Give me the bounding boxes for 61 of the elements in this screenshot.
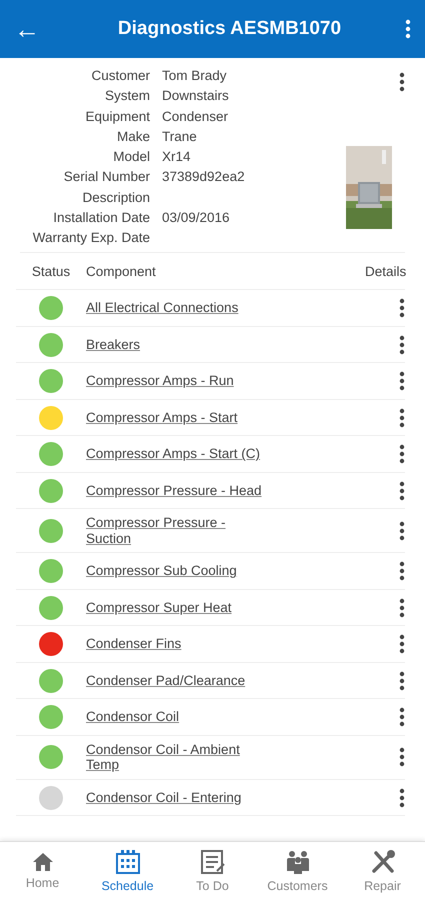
field-label: Warranty Exp. Date [32, 230, 150, 246]
field-label: Model [112, 149, 150, 164]
field-value: 03/09/2016 [162, 210, 231, 226]
component-link[interactable]: Compressor Amps - Start (C) [86, 440, 266, 468]
window-title: Diagnostics AESMB1070 [116, 18, 342, 40]
nav-tab[interactable]: Home [0, 842, 85, 900]
field-value: Downstairs [162, 88, 230, 104]
component-link[interactable]: Condenser Fins [86, 630, 266, 658]
todo-icon [200, 849, 226, 875]
customers-icon [284, 849, 310, 875]
field-value: Condenser [162, 108, 230, 124]
more-icon[interactable] [405, 19, 411, 39]
schedule-icon [114, 849, 140, 875]
more-icon[interactable] [399, 444, 405, 464]
component-link[interactable]: Compressor Super Heat [86, 594, 266, 622]
more-icon[interactable] [399, 598, 405, 618]
repair-icon [370, 849, 396, 875]
more-icon[interactable] [399, 788, 405, 808]
component-link[interactable]: Condenser Pad/Clearance [86, 666, 266, 694]
component-link[interactable]: Compressor Amps - Run [86, 367, 266, 395]
back-button[interactable]: ← [14, 16, 54, 42]
field-label: Customer [90, 68, 150, 83]
more-icon[interactable] [399, 707, 405, 728]
component-link[interactable]: Compressor Pressure - Suction [86, 509, 266, 552]
field-label: System [104, 88, 150, 104]
field-label: Equipment [84, 108, 150, 124]
component-link[interactable]: Condensor Coil - Ambient Temp [86, 736, 266, 779]
field-label: Make [116, 128, 150, 144]
field-label: Serial Number [62, 169, 150, 184]
nav-tab[interactable]: Repair [340, 842, 425, 900]
component-link[interactable]: Condensor Coil - Entering [86, 784, 266, 812]
more-icon[interactable] [399, 634, 405, 654]
more-icon[interactable] [399, 480, 405, 501]
component-link[interactable]: All Electrical Connections [86, 294, 266, 322]
component-link[interactable]: Compressor Sub Cooling [86, 557, 266, 585]
nav-tab[interactable]: To Do [170, 842, 255, 900]
more-icon[interactable] [399, 72, 405, 92]
nav-tab[interactable]: Schedule [85, 842, 170, 900]
nav-tab[interactable]: Customers [255, 842, 340, 900]
more-icon[interactable] [399, 670, 405, 691]
more-icon[interactable] [399, 371, 405, 392]
column-header: Details [365, 264, 405, 279]
component-link[interactable]: Condensor Coil [86, 703, 266, 731]
field-label: Description [81, 190, 150, 205]
column-header: Status [30, 264, 72, 279]
more-icon[interactable] [399, 520, 405, 541]
more-icon[interactable] [399, 334, 405, 355]
field-value: Tom Brady [162, 68, 228, 83]
component-link[interactable]: Compressor Amps - Start [86, 404, 266, 432]
home-icon [32, 852, 54, 872]
field-value: Xr14 [162, 149, 192, 164]
more-icon[interactable] [399, 298, 405, 318]
more-icon[interactable] [399, 561, 405, 582]
more-icon[interactable] [399, 747, 405, 768]
field-value: 37389d92ea2 [162, 169, 246, 184]
column-header: Component [86, 264, 157, 279]
field-value: Trane [162, 128, 198, 144]
component-link[interactable]: Breakers [86, 330, 266, 358]
more-icon[interactable] [399, 408, 405, 428]
field-label: Installation Date [52, 210, 150, 226]
component-link[interactable]: Compressor Pressure - Head [86, 476, 266, 504]
